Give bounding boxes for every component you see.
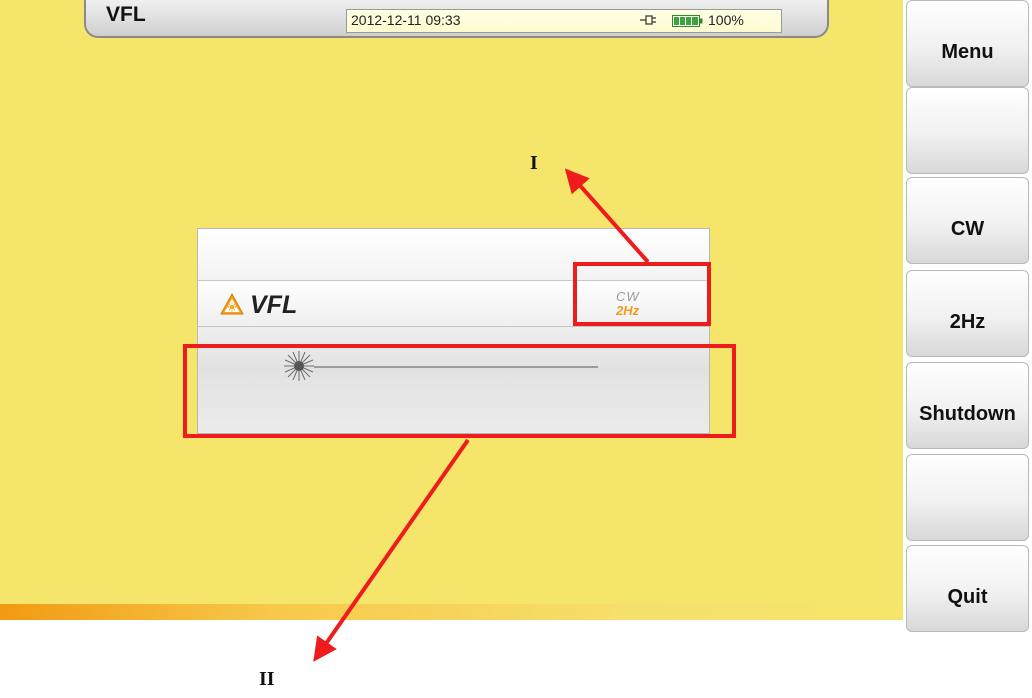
- 2hz-button[interactable]: 2Hz: [906, 270, 1029, 357]
- annotation-label-i: I: [530, 152, 538, 174]
- status-bar: VFL 2012-12-11 09:33 100%: [84, 0, 829, 38]
- annotation-label-ii: II: [259, 668, 275, 690]
- battery-percent: 100%: [708, 12, 744, 28]
- shutdown-button[interactable]: Shutdown: [906, 362, 1029, 449]
- status-info-box: 2012-12-11 09:33 100%: [346, 9, 782, 33]
- cw-button-label: CW: [950, 218, 985, 240]
- datetime: 2012-12-11 09:33: [351, 12, 461, 28]
- blank-button-1[interactable]: [906, 87, 1029, 174]
- power-plug-icon: [640, 15, 656, 25]
- blank-button-2[interactable]: [906, 454, 1029, 541]
- 2hz-button-label: 2Hz: [949, 311, 986, 333]
- mode-highlight-box: [573, 262, 711, 326]
- cw-button[interactable]: CW: [906, 177, 1029, 264]
- bottom-accent-bar: [0, 604, 903, 620]
- menu-button[interactable]: Menu: [906, 0, 1029, 87]
- main-screen: VFL 2012-12-11 09:33 100% VFL CW 2Hz: [0, 0, 903, 620]
- vfl-label: VFL: [250, 291, 298, 319]
- battery-icon: [672, 15, 703, 27]
- app-title: VFL: [106, 3, 146, 26]
- laser-warning-icon: [220, 293, 244, 315]
- shutdown-button-label: Shutdown: [919, 403, 1016, 425]
- side-button-panel: Menu CW 2Hz Shutdown Quit: [903, 0, 1032, 632]
- laser-highlight-box: [183, 344, 736, 438]
- quit-button[interactable]: Quit: [906, 545, 1029, 632]
- menu-button-label: Menu: [941, 41, 994, 63]
- quit-button-label: Quit: [947, 586, 988, 608]
